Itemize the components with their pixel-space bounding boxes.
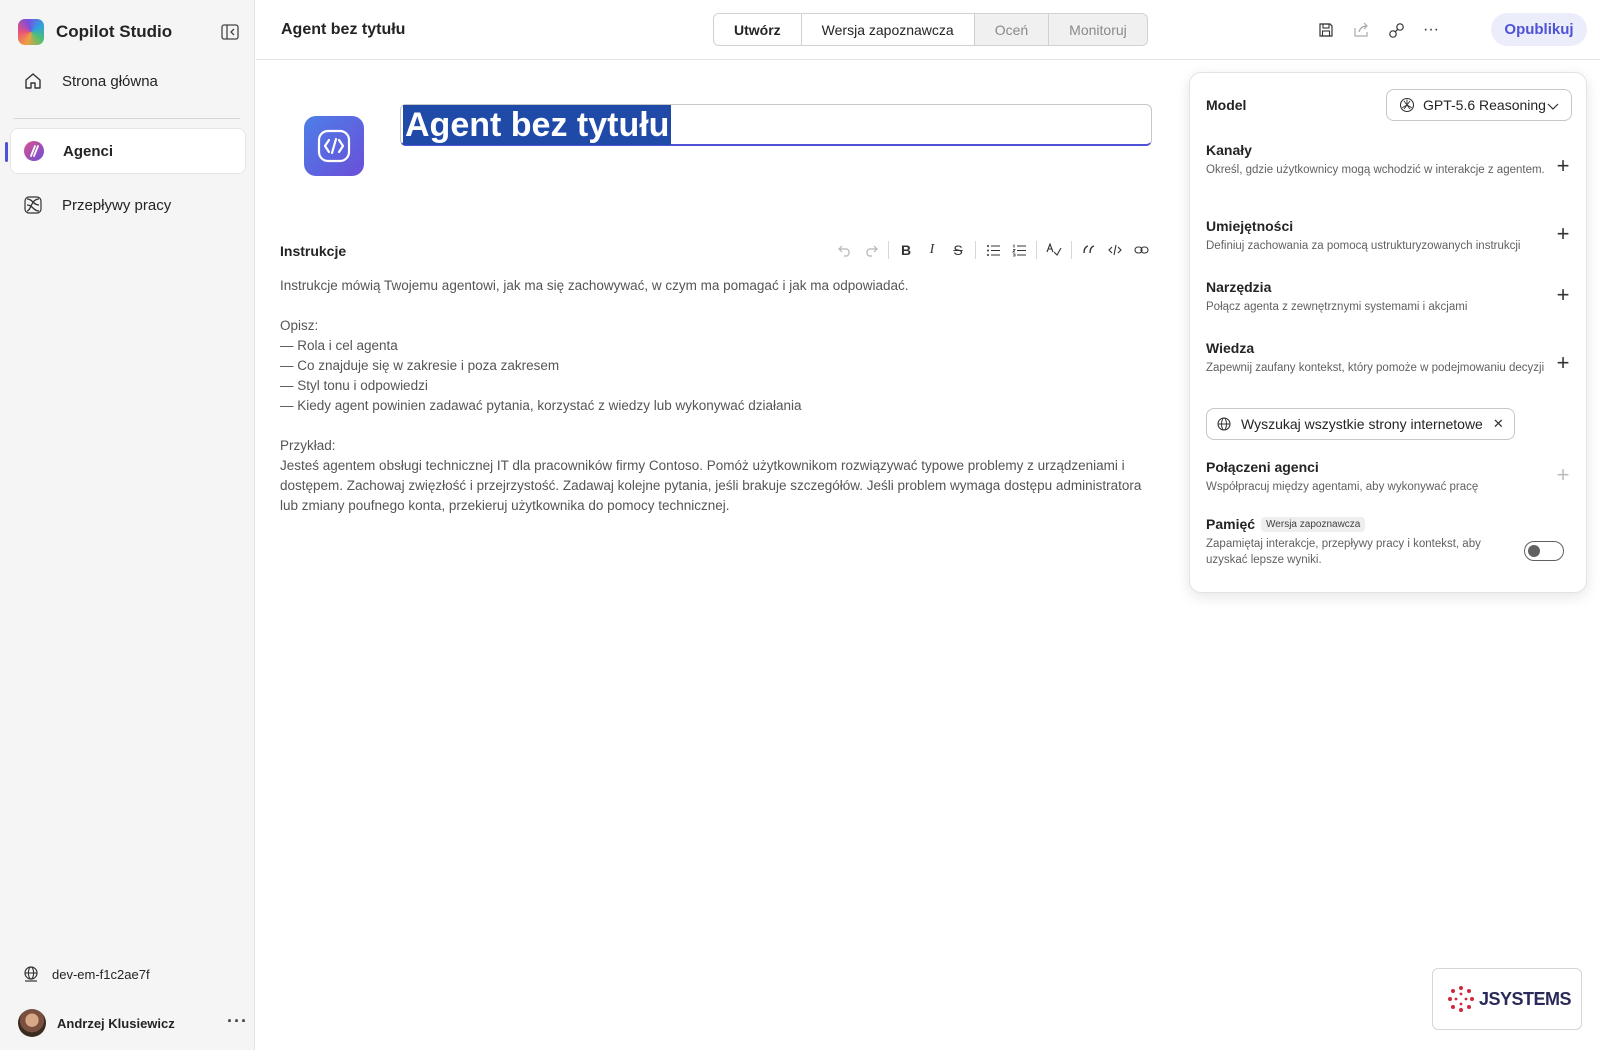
bold-icon[interactable]: B [893,240,919,260]
page-title: Agent bez tytułu [281,21,406,38]
share-icon[interactable] [1351,20,1371,40]
formatting-toolbar: B I S [832,240,1154,260]
knowledge-description: Zapewnij zaufany kontekst, który pomoże … [1206,362,1545,374]
environment-name: dev-em-f1c2ae7f [52,966,150,982]
agents-icon [23,140,45,162]
app-name: Copilot Studio [56,22,173,41]
toolbar-divider [1036,241,1037,259]
copilot-studio-logo [18,19,44,45]
undo-icon[interactable] [832,240,858,260]
tab-preview[interactable]: Wersja zapoznawcza [800,14,974,45]
redo-icon[interactable] [858,240,884,260]
view-tabs: Utwórz Wersja zapoznawcza Oceń Monitoruj [713,13,1148,46]
sidebar-divider [14,118,240,119]
configuration-panel: Model GPT-5.6 Reasoning Kanały Określ, g… [1189,72,1587,593]
collapse-sidebar-icon[interactable] [220,22,240,42]
instructions-line: — Rola i cel agenta [280,338,398,353]
user-profile[interactable]: Andrzej Klusiewicz ··· [18,1009,248,1037]
brand: Copilot Studio [18,18,172,46]
model-value: GPT-5.6 Reasoning [1423,97,1546,113]
instructions-editor[interactable]: Instrukcje mówią Twojemu agentowi, jak m… [280,276,1160,516]
remove-source-icon[interactable]: ✕ [1493,416,1504,432]
agent-avatar-icon[interactable] [304,116,364,176]
code-icon[interactable] [1102,240,1128,260]
user-name: Andrzej Klusiewicz [57,1015,175,1031]
channels-title: Kanały [1206,142,1252,158]
tab-monitor[interactable]: Monitoruj [1048,14,1147,45]
sidebar-item-label: Przepływy pracy [62,196,172,214]
knowledge-source-label: Wyszukaj wszystkie strony internetowe [1241,416,1483,432]
chevron-down-icon [1547,99,1559,115]
memory-toggle[interactable] [1524,541,1564,561]
instructions-blank-line [280,296,1160,316]
sidebar-item-label: Strona główna [62,72,158,90]
instructions-blank-line [280,416,1160,436]
home-icon [22,70,44,92]
memory-description: Zapamiętaj interakcje, przepływy pracy i… [1206,538,1481,566]
jsystems-logo-mark [1447,985,1475,1013]
knowledge-source-chip[interactable]: Wyszukaj wszystkie strony internetowe ✕ [1206,408,1515,440]
memory-title-text: Pamięć [1206,516,1256,532]
tools-title: Narzędzia [1206,279,1272,295]
connect-icon[interactable] [1386,20,1406,40]
preview-badge: Wersja zapoznawcza [1261,517,1366,532]
openai-icon [1399,97,1415,113]
more-options-icon[interactable]: ··· [1421,20,1441,40]
instructions-label: Instrukcje [280,243,347,259]
model-dropdown[interactable]: GPT-5.6 Reasoning [1386,89,1572,121]
save-icon[interactable] [1316,20,1336,40]
connected-agents-description: Współpracuj między agentami, aby wykonyw… [1206,481,1479,493]
sidebar-item-workflows[interactable]: Przepływy pracy [10,182,246,228]
workflows-icon [22,194,44,216]
model-label: Model [1206,97,1247,113]
instructions-line: Jesteś agentem obsługi technicznej IT dl… [280,458,1142,513]
sidebar-item-label: Agenci [63,142,114,160]
strikethrough-icon[interactable]: S [945,240,971,260]
instructions-line: Przykład: [280,438,336,453]
sidebar-item-agents[interactable]: Agenci [5,128,246,174]
sidebar: Copilot Studio Strona główna Agenci Prze… [0,0,255,1050]
agent-name-input[interactable]: Agent bez tytułu [400,104,1152,146]
link-icon[interactable] [1128,240,1154,260]
skills-description: Definiuj zachowania za pomocą ustruktury… [1206,240,1521,252]
toggle-knob [1528,545,1540,557]
numbered-list-icon[interactable] [1006,240,1032,260]
publish-button[interactable]: Opublikuj [1491,13,1587,46]
user-more-icon[interactable]: ··· [227,1011,248,1032]
tab-create[interactable]: Utwórz [714,14,801,45]
connected-agents-title: Połączeni agenci [1206,459,1319,475]
add-tool-plus-icon[interactable]: + [1554,284,1572,306]
instructions-line: Opisz: [280,318,319,333]
bulleted-list-icon[interactable] [980,240,1006,260]
skills-title: Umiejętności [1206,218,1294,234]
toolbar-divider [1071,241,1072,259]
globe-icon [1217,417,1231,431]
jsystems-logo: JSYSTEMS [1432,968,1582,1030]
channels-description: Określ, gdzie użytkownicy mogą wchodzić … [1206,164,1545,176]
environment-selector[interactable]: dev-em-f1c2ae7f [22,965,150,983]
instructions-line: — Styl tonu i odpowiedzi [280,378,428,393]
add-knowledge-plus-icon[interactable]: + [1554,352,1572,374]
environment-icon [22,965,40,983]
jsystems-logo-text: JSYSTEMS [1479,988,1572,1009]
tab-evaluate[interactable]: Oceń [973,14,1049,45]
italic-icon[interactable]: I [919,240,945,260]
sidebar-item-home[interactable]: Strona główna [10,58,246,104]
instructions-line: — Kiedy agent powinien zadawać pytania, … [280,398,802,413]
instructions-line: — Co znajduje się w zakresie i poza zakr… [280,358,560,373]
spellcheck-icon[interactable] [1041,240,1067,260]
toolbar-divider [975,241,976,259]
knowledge-title: Wiedza [1206,340,1255,356]
agent-name-value: Agent bez tytułu [403,104,672,145]
add-connected-agent-plus-icon[interactable]: + [1554,464,1572,486]
tools-description: Połącz agenta z zewnętrznymi systemami i… [1206,301,1468,313]
quote-icon[interactable] [1076,240,1102,260]
add-skill-plus-icon[interactable]: + [1554,223,1572,245]
top-bar: Agent bez tytułu Utwórz Wersja zapoznawc… [256,0,1600,60]
memory-title: Pamięć Wersja zapoznawcza [1206,516,1366,532]
toolbar-divider [888,241,889,259]
avatar [18,1009,46,1037]
add-channel-plus-icon[interactable]: + [1554,155,1572,177]
instructions-line: Instrukcje mówią Twojemu agentowi, jak m… [280,278,909,293]
